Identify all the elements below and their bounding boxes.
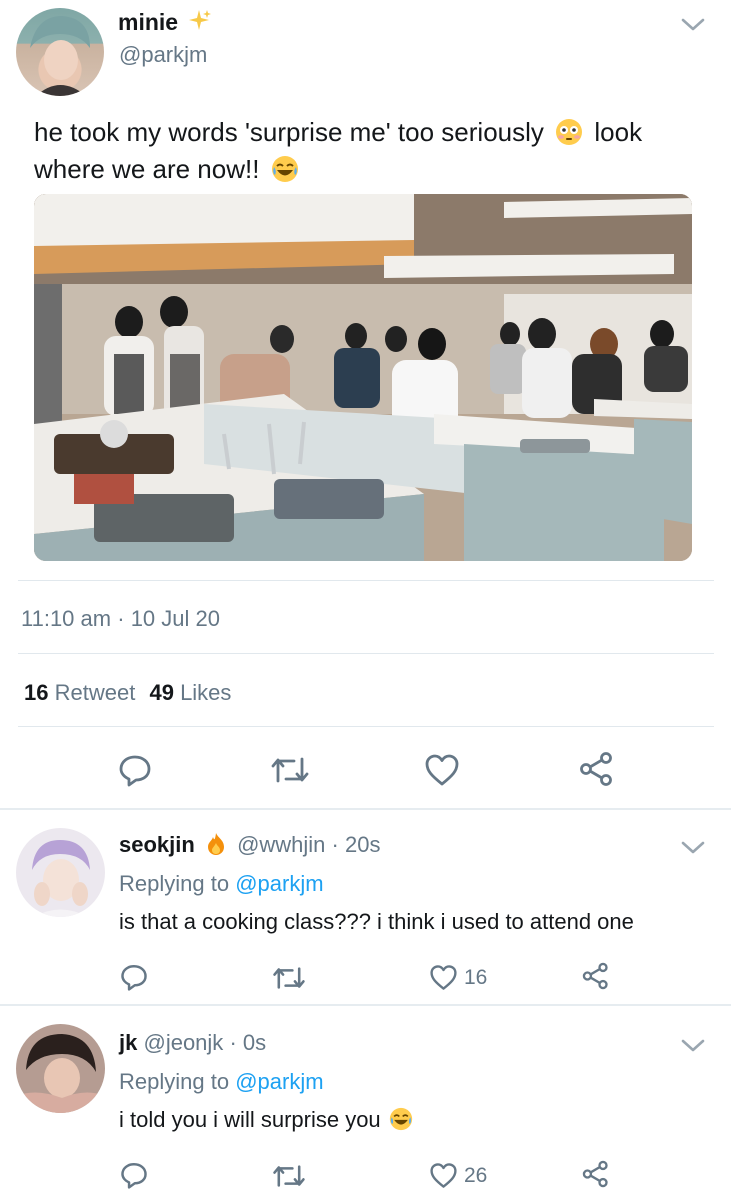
chevron-down-icon[interactable] [680,17,706,38]
replying-label: Replying to [119,871,230,896]
reply-header: seokjin @wwhjin · 20s [119,832,380,862]
share-icon [582,1160,608,1188]
replying-to: Replying to @parkjm [119,871,324,897]
like-button[interactable]: 16 [429,964,487,991]
reply-icon [121,965,147,991]
retweet-button[interactable] [272,1163,306,1189]
chevron-down-icon[interactable] [680,1038,706,1059]
retweet-stat[interactable]: 16 Retweet [24,680,141,705]
reply-icon [119,755,151,787]
reply-button[interactable] [120,1161,148,1189]
section-separator [0,1004,731,1006]
reply-display-name[interactable]: jk [119,1030,137,1055]
tweet-text-tail: look [594,117,643,147]
tweet-time: 11:10 am [21,606,112,631]
heart-icon [425,754,459,786]
replying-label: Replying to [119,1069,230,1094]
like-label: Likes [180,680,232,705]
replying-to-link[interactable]: @parkjm [235,1069,323,1094]
like-button[interactable]: 26 [429,1162,487,1189]
reply-handle[interactable]: @jeonjk [143,1030,223,1055]
retweet-label: Retweet [54,680,136,705]
reply-text: i told you i will surprise you [119,1107,413,1137]
reply-handle[interactable]: @wwhjin [237,832,325,857]
reply-button[interactable] [120,963,148,991]
divider [18,580,714,581]
retweet-button[interactable] [272,965,306,991]
replying-to: Replying to @parkjm [119,1069,324,1095]
laughing-emoji-icon [271,155,299,190]
laughing-emoji-icon [389,1107,413,1137]
share-button[interactable] [582,962,610,990]
reply-button[interactable] [118,753,152,787]
avatar-minie[interactable] [16,8,104,96]
fire-emoji-icon [205,832,227,862]
flushed-emoji-icon [555,118,583,153]
tweet-text: he took my words 'surprise me' too serio… [34,116,694,190]
tweet-text-line1: he took my words 'surprise me' too serio… [34,117,544,147]
share-button[interactable] [582,1160,610,1188]
divider [18,653,714,654]
retweet-icon [273,967,305,989]
tweet-text-line2: where we are now!! [34,154,260,184]
heart-icon [430,965,457,990]
reply-text-body: i told you i will surprise you [119,1107,381,1132]
likes-stat[interactable]: 49 Likes [149,680,231,705]
reply-display-name[interactable]: seokjin [119,832,195,857]
avatar-seokjin[interactable] [16,828,105,917]
chevron-down-icon[interactable] [680,840,706,861]
reply-icon [121,1163,147,1189]
heart-icon [430,1163,457,1188]
avatar-jk[interactable] [16,1024,105,1113]
reply-like-count: 26 [464,1163,488,1187]
like-button[interactable] [424,753,460,787]
retweet-button[interactable] [270,755,310,785]
like-count: 49 [149,680,174,705]
tweet-date-separator: · [117,606,125,631]
divider [18,726,714,727]
display-name[interactable]: minie [118,9,178,36]
section-separator [0,808,731,810]
share-button[interactable] [579,751,615,787]
reply-like-count: 16 [464,965,488,989]
retweet-count: 16 [24,680,49,705]
retweet-icon [273,1165,305,1187]
handle[interactable]: @parkjm [119,42,207,68]
reply-time: · 20s [331,832,381,857]
share-icon [580,752,612,786]
sparkles-icon [186,8,212,39]
engagement-stats: 16 Retweet 49 Likes [24,680,231,706]
retweet-icon [271,757,309,783]
tweet-photo[interactable] [34,194,692,561]
replying-to-link[interactable]: @parkjm [235,871,323,896]
reply-header: jk @jeonjk · 0s [119,1030,266,1056]
tweet-date: 10 Jul 20 [130,606,220,631]
timestamp[interactable]: 11:10 am · 10 Jul 20 [21,606,220,632]
share-icon [582,962,608,990]
reply-text: is that a cooking class??? i think i use… [119,909,634,934]
reply-time: · 0s [229,1030,267,1055]
